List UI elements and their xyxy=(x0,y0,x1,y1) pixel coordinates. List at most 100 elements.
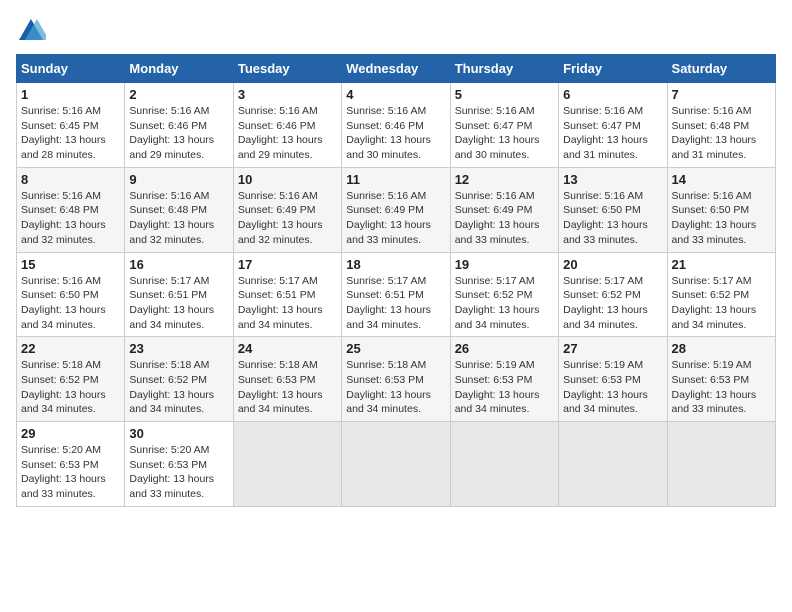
day-info: Sunrise: 5:17 AMSunset: 6:51 PMDaylight:… xyxy=(238,275,323,331)
calendar-cell: 15 Sunrise: 5:16 AMSunset: 6:50 PMDaylig… xyxy=(17,252,125,337)
day-info: Sunrise: 5:16 AMSunset: 6:49 PMDaylight:… xyxy=(346,190,431,246)
header xyxy=(16,16,776,46)
day-number: 6 xyxy=(563,87,662,102)
calendar-cell xyxy=(559,422,667,507)
day-info: Sunrise: 5:16 AMSunset: 6:46 PMDaylight:… xyxy=(129,105,214,161)
day-info: Sunrise: 5:16 AMSunset: 6:48 PMDaylight:… xyxy=(672,105,757,161)
calendar-cell: 10 Sunrise: 5:16 AMSunset: 6:49 PMDaylig… xyxy=(233,167,341,252)
day-number: 16 xyxy=(129,257,228,272)
day-info: Sunrise: 5:16 AMSunset: 6:47 PMDaylight:… xyxy=(563,105,648,161)
calendar-cell: 18 Sunrise: 5:17 AMSunset: 6:51 PMDaylig… xyxy=(342,252,450,337)
day-number: 12 xyxy=(455,172,554,187)
calendar-cell: 7 Sunrise: 5:16 AMSunset: 6:48 PMDayligh… xyxy=(667,83,775,168)
day-number: 18 xyxy=(346,257,445,272)
calendar-cell: 5 Sunrise: 5:16 AMSunset: 6:47 PMDayligh… xyxy=(450,83,558,168)
day-number: 19 xyxy=(455,257,554,272)
day-info: Sunrise: 5:20 AMSunset: 6:53 PMDaylight:… xyxy=(21,444,106,500)
calendar-week-1: 1 Sunrise: 5:16 AMSunset: 6:45 PMDayligh… xyxy=(17,83,776,168)
calendar-cell xyxy=(667,422,775,507)
day-info: Sunrise: 5:19 AMSunset: 6:53 PMDaylight:… xyxy=(455,359,540,415)
calendar-table: SundayMondayTuesdayWednesdayThursdayFrid… xyxy=(16,54,776,507)
calendar-header-row: SundayMondayTuesdayWednesdayThursdayFrid… xyxy=(17,55,776,83)
calendar-cell: 26 Sunrise: 5:19 AMSunset: 6:53 PMDaylig… xyxy=(450,337,558,422)
calendar-cell: 20 Sunrise: 5:17 AMSunset: 6:52 PMDaylig… xyxy=(559,252,667,337)
calendar-cell: 14 Sunrise: 5:16 AMSunset: 6:50 PMDaylig… xyxy=(667,167,775,252)
day-info: Sunrise: 5:16 AMSunset: 6:49 PMDaylight:… xyxy=(238,190,323,246)
calendar-cell: 4 Sunrise: 5:16 AMSunset: 6:46 PMDayligh… xyxy=(342,83,450,168)
calendar-cell: 25 Sunrise: 5:18 AMSunset: 6:53 PMDaylig… xyxy=(342,337,450,422)
calendar-cell: 13 Sunrise: 5:16 AMSunset: 6:50 PMDaylig… xyxy=(559,167,667,252)
calendar-cell xyxy=(233,422,341,507)
day-number: 25 xyxy=(346,341,445,356)
calendar-cell: 27 Sunrise: 5:19 AMSunset: 6:53 PMDaylig… xyxy=(559,337,667,422)
day-number: 9 xyxy=(129,172,228,187)
day-header-sunday: Sunday xyxy=(17,55,125,83)
day-number: 4 xyxy=(346,87,445,102)
calendar-cell: 24 Sunrise: 5:18 AMSunset: 6:53 PMDaylig… xyxy=(233,337,341,422)
day-number: 20 xyxy=(563,257,662,272)
day-info: Sunrise: 5:19 AMSunset: 6:53 PMDaylight:… xyxy=(672,359,757,415)
day-number: 1 xyxy=(21,87,120,102)
day-info: Sunrise: 5:16 AMSunset: 6:50 PMDaylight:… xyxy=(21,275,106,331)
calendar-cell: 8 Sunrise: 5:16 AMSunset: 6:48 PMDayligh… xyxy=(17,167,125,252)
day-info: Sunrise: 5:16 AMSunset: 6:48 PMDaylight:… xyxy=(129,190,214,246)
day-info: Sunrise: 5:16 AMSunset: 6:46 PMDaylight:… xyxy=(238,105,323,161)
calendar-cell: 11 Sunrise: 5:16 AMSunset: 6:49 PMDaylig… xyxy=(342,167,450,252)
day-info: Sunrise: 5:18 AMSunset: 6:53 PMDaylight:… xyxy=(238,359,323,415)
day-info: Sunrise: 5:16 AMSunset: 6:49 PMDaylight:… xyxy=(455,190,540,246)
day-info: Sunrise: 5:17 AMSunset: 6:52 PMDaylight:… xyxy=(455,275,540,331)
calendar-cell: 19 Sunrise: 5:17 AMSunset: 6:52 PMDaylig… xyxy=(450,252,558,337)
calendar-cell: 28 Sunrise: 5:19 AMSunset: 6:53 PMDaylig… xyxy=(667,337,775,422)
day-number: 29 xyxy=(21,426,120,441)
day-number: 7 xyxy=(672,87,771,102)
calendar-cell xyxy=(450,422,558,507)
day-number: 27 xyxy=(563,341,662,356)
day-info: Sunrise: 5:18 AMSunset: 6:52 PMDaylight:… xyxy=(21,359,106,415)
calendar-cell: 3 Sunrise: 5:16 AMSunset: 6:46 PMDayligh… xyxy=(233,83,341,168)
day-header-saturday: Saturday xyxy=(667,55,775,83)
day-number: 13 xyxy=(563,172,662,187)
day-number: 5 xyxy=(455,87,554,102)
calendar-cell: 17 Sunrise: 5:17 AMSunset: 6:51 PMDaylig… xyxy=(233,252,341,337)
day-info: Sunrise: 5:18 AMSunset: 6:53 PMDaylight:… xyxy=(346,359,431,415)
day-number: 14 xyxy=(672,172,771,187)
day-number: 21 xyxy=(672,257,771,272)
calendar-week-5: 29 Sunrise: 5:20 AMSunset: 6:53 PMDaylig… xyxy=(17,422,776,507)
calendar-cell: 30 Sunrise: 5:20 AMSunset: 6:53 PMDaylig… xyxy=(125,422,233,507)
calendar-cell: 22 Sunrise: 5:18 AMSunset: 6:52 PMDaylig… xyxy=(17,337,125,422)
calendar-cell: 9 Sunrise: 5:16 AMSunset: 6:48 PMDayligh… xyxy=(125,167,233,252)
day-header-thursday: Thursday xyxy=(450,55,558,83)
day-number: 8 xyxy=(21,172,120,187)
day-info: Sunrise: 5:16 AMSunset: 6:46 PMDaylight:… xyxy=(346,105,431,161)
day-info: Sunrise: 5:19 AMSunset: 6:53 PMDaylight:… xyxy=(563,359,648,415)
day-number: 15 xyxy=(21,257,120,272)
calendar-week-4: 22 Sunrise: 5:18 AMSunset: 6:52 PMDaylig… xyxy=(17,337,776,422)
calendar-cell: 12 Sunrise: 5:16 AMSunset: 6:49 PMDaylig… xyxy=(450,167,558,252)
day-number: 23 xyxy=(129,341,228,356)
calendar-cell: 21 Sunrise: 5:17 AMSunset: 6:52 PMDaylig… xyxy=(667,252,775,337)
calendar-cell: 6 Sunrise: 5:16 AMSunset: 6:47 PMDayligh… xyxy=(559,83,667,168)
day-info: Sunrise: 5:17 AMSunset: 6:51 PMDaylight:… xyxy=(129,275,214,331)
day-number: 26 xyxy=(455,341,554,356)
day-info: Sunrise: 5:16 AMSunset: 6:50 PMDaylight:… xyxy=(672,190,757,246)
calendar-cell: 23 Sunrise: 5:18 AMSunset: 6:52 PMDaylig… xyxy=(125,337,233,422)
day-info: Sunrise: 5:16 AMSunset: 6:45 PMDaylight:… xyxy=(21,105,106,161)
calendar-week-3: 15 Sunrise: 5:16 AMSunset: 6:50 PMDaylig… xyxy=(17,252,776,337)
day-info: Sunrise: 5:17 AMSunset: 6:52 PMDaylight:… xyxy=(563,275,648,331)
day-number: 22 xyxy=(21,341,120,356)
day-header-wednesday: Wednesday xyxy=(342,55,450,83)
day-number: 28 xyxy=(672,341,771,356)
day-info: Sunrise: 5:17 AMSunset: 6:51 PMDaylight:… xyxy=(346,275,431,331)
day-info: Sunrise: 5:18 AMSunset: 6:52 PMDaylight:… xyxy=(129,359,214,415)
day-number: 2 xyxy=(129,87,228,102)
day-info: Sunrise: 5:16 AMSunset: 6:50 PMDaylight:… xyxy=(563,190,648,246)
day-number: 10 xyxy=(238,172,337,187)
calendar-cell: 1 Sunrise: 5:16 AMSunset: 6:45 PMDayligh… xyxy=(17,83,125,168)
calendar-week-2: 8 Sunrise: 5:16 AMSunset: 6:48 PMDayligh… xyxy=(17,167,776,252)
day-number: 3 xyxy=(238,87,337,102)
logo xyxy=(16,16,50,46)
calendar-cell xyxy=(342,422,450,507)
day-info: Sunrise: 5:17 AMSunset: 6:52 PMDaylight:… xyxy=(672,275,757,331)
day-info: Sunrise: 5:16 AMSunset: 6:48 PMDaylight:… xyxy=(21,190,106,246)
day-info: Sunrise: 5:20 AMSunset: 6:53 PMDaylight:… xyxy=(129,444,214,500)
